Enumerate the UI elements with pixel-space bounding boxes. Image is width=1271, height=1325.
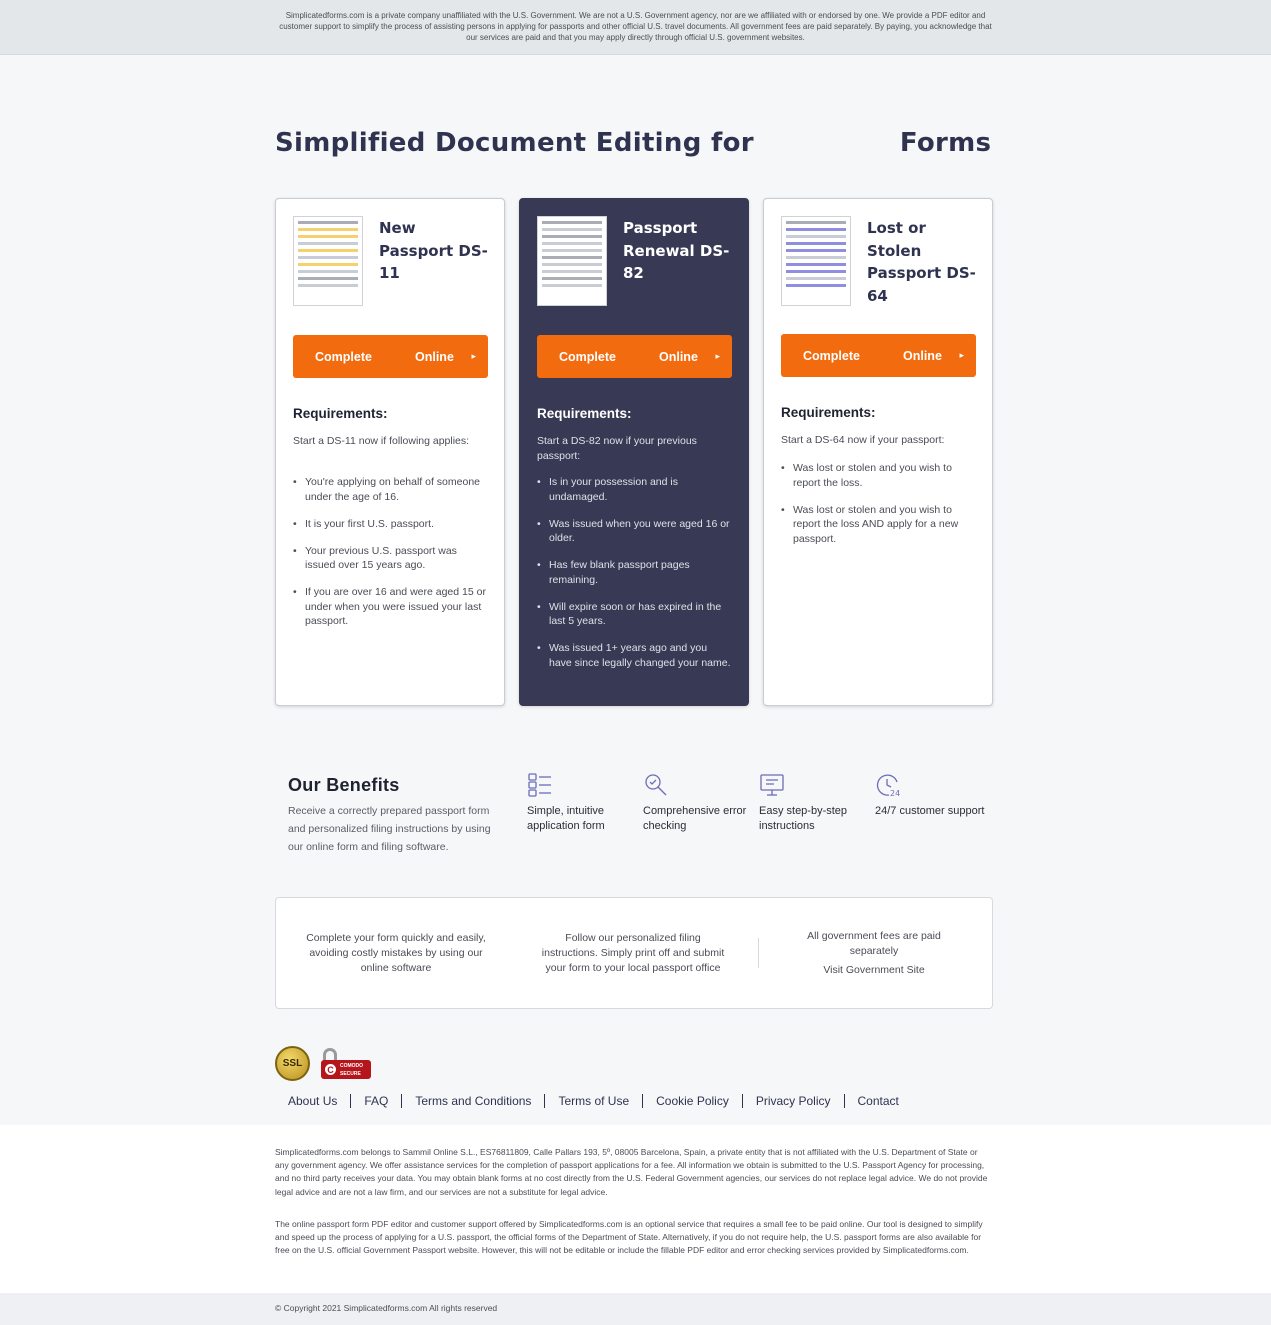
footer-link-cookie-policy[interactable]: Cookie Policy: [656, 1094, 729, 1108]
requirement-item: Your previous U.S. passport was issued o…: [293, 544, 488, 573]
copyright-bar: © Copyright 2021 Simplicatedforms.com Al…: [0, 1293, 1271, 1325]
divider: [843, 1094, 845, 1108]
benefit-item: 24 24/7 customer support: [875, 772, 987, 819]
info-column: Complete your form quickly and easily, a…: [306, 931, 486, 974]
footer-link-terms-and-conditions[interactable]: Terms and Conditions: [415, 1094, 531, 1108]
form-thumbnail: [293, 216, 363, 306]
benefit-label: 24/7 customer support: [875, 805, 985, 817]
page-title: Simplified Document Editing for Forms: [275, 128, 995, 158]
disclaimer-text: Simplicatedforms.com is a private compan…: [279, 11, 992, 42]
divider: [758, 938, 759, 968]
footer-link-faq[interactable]: FAQ: [364, 1094, 388, 1108]
form-card-ds64: Lost or Stolen Passport DS-64 Complete O…: [763, 198, 993, 706]
arrow-right-icon: ▸: [715, 351, 720, 361]
visit-government-site-link[interactable]: Visit Government Site: [784, 963, 964, 978]
requirement-item: Was issued 1+ years ago and you have sin…: [537, 641, 732, 670]
info-box: Complete your form quickly and easily, a…: [275, 897, 993, 1009]
disclaimer-banner: Simplicatedforms.com is a private compan…: [0, 0, 1271, 55]
info-column: Follow our personalized filing instructi…: [541, 931, 725, 974]
requirements-intro: Start a DS-64 now if your passport:: [781, 434, 945, 446]
form-card-ds82: Passport Renewal DS-82 Complete Online ▸…: [519, 198, 749, 706]
requirements-title: Requirements:: [781, 405, 876, 420]
requirement-item: Has few blank passport pages remaining.: [537, 558, 732, 587]
benefit-item: Simple, intuitive application form: [527, 772, 639, 834]
requirement-item: It is your first U.S. passport.: [293, 517, 488, 532]
benefit-label: Comprehensive error checking: [643, 805, 747, 832]
arrow-right-icon: ▸: [471, 351, 476, 361]
footer-link-terms-of-use[interactable]: Terms of Use: [558, 1094, 629, 1108]
form-title: Lost or Stolen Passport DS-64: [867, 219, 976, 305]
footer-link-contact[interactable]: Contact: [858, 1094, 899, 1108]
info-column: All government fees are paid separately …: [784, 898, 964, 1008]
benefit-item: Comprehensive error checking: [643, 772, 755, 834]
magnifier-check-icon: [645, 774, 667, 796]
divider: [401, 1094, 403, 1108]
complete-online-button[interactable]: Complete Online ▸: [781, 334, 976, 377]
divider: [350, 1094, 352, 1108]
requirements-title: Requirements:: [293, 406, 388, 421]
legal-paragraph: The online passport form PDF editor and …: [275, 1219, 983, 1256]
arrow-right-icon: ▸: [959, 350, 964, 360]
svg-text:24: 24: [890, 789, 900, 798]
requirements-list: Was lost or stolen and you wish to repor…: [781, 461, 976, 559]
form-title: Passport Renewal DS-82: [623, 219, 730, 282]
benefits-description: Receive a correctly prepared passport fo…: [288, 805, 491, 853]
form-card-ds11: New Passport DS-11 Complete Online ▸ Req…: [275, 198, 505, 706]
requirement-item: You're applying on behalf of someone und…: [293, 475, 488, 504]
requirements-list: Is in your possession and is undamaged. …: [537, 475, 732, 683]
requirements-intro: Start a DS-82 now if your previous passp…: [537, 435, 697, 462]
divider: [741, 1094, 743, 1108]
clock-24-icon: 24: [876, 774, 900, 798]
requirements-list: You're applying on behalf of someone und…: [293, 475, 488, 641]
divider: [544, 1094, 546, 1108]
requirement-item: Was issued when you were aged 16 or olde…: [537, 517, 732, 546]
form-thumbnail: [537, 216, 607, 306]
form-title: New Passport DS-11: [379, 219, 488, 282]
copyright-text: © Copyright 2021 Simplicatedforms.com Al…: [275, 1303, 498, 1313]
page-title-left: Simplified Document Editing for: [275, 128, 754, 158]
benefit-label: Simple, intuitive application form: [527, 805, 605, 832]
requirements-title: Requirements:: [537, 406, 632, 421]
form-checklist-icon: [528, 773, 551, 797]
legal-section: Simplicatedforms.com belongs to Sammil O…: [0, 1125, 1271, 1293]
requirements-intro: Start a DS-11 now if following applies:: [293, 435, 470, 447]
benefits-title: Our Benefits: [288, 775, 400, 795]
footer-nav: About Us FAQ Terms and Conditions Terms …: [288, 1094, 899, 1108]
footer-link-about-us[interactable]: About Us: [288, 1094, 337, 1108]
page-title-right: Forms: [899, 128, 992, 158]
requirement-item: If you are over 16 and were aged 15 or u…: [293, 585, 488, 629]
form-thumbnail: [781, 216, 851, 306]
requirement-item: Was lost or stolen and you wish to repor…: [781, 461, 976, 490]
requirement-item: Is in your possession and is undamaged.: [537, 475, 732, 504]
legal-paragraph: Simplicatedforms.com belongs to Sammil O…: [275, 1147, 988, 1197]
footer-link-privacy-policy[interactable]: Privacy Policy: [756, 1094, 831, 1108]
benefit-label: Easy step-by-step instructions: [759, 805, 848, 832]
monitor-instructions-icon: [760, 774, 784, 796]
complete-online-button[interactable]: Complete Online ▸: [537, 335, 732, 378]
divider: [642, 1094, 644, 1108]
complete-online-button[interactable]: Complete Online ▸: [293, 335, 488, 378]
requirement-item: Was lost or stolen and you wish to repor…: [781, 503, 976, 547]
ssl-seal-icon: SSL: [275, 1046, 310, 1081]
requirement-item: Will expire soon or has expired in the l…: [537, 600, 732, 629]
comodo-secure-icon: COMODO SECURE C: [321, 1048, 371, 1080]
benefit-item: Easy step-by-step instructions: [759, 772, 871, 834]
